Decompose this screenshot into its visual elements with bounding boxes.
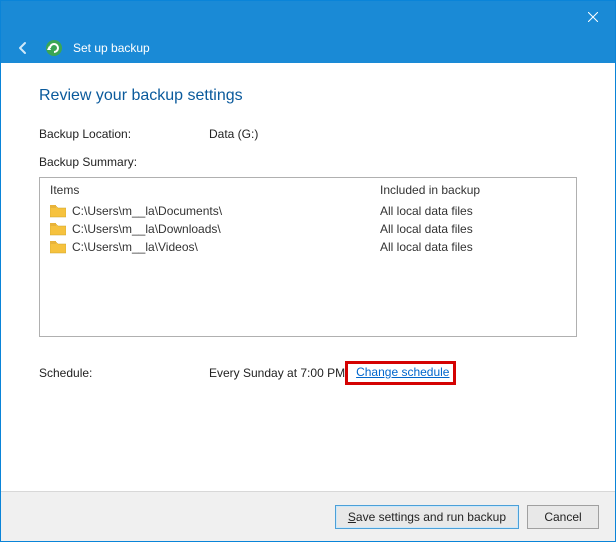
cancel-button[interactable]: Cancel <box>527 505 599 529</box>
summary-header-row: Items Included in backup <box>40 178 576 202</box>
mnemonic-letter: S <box>348 510 356 524</box>
folder-icon <box>50 240 66 254</box>
highlight-annotation: Change schedule <box>345 361 456 385</box>
dialog-footer: Save settings and run backup Cancel <box>1 491 615 541</box>
backup-app-icon <box>45 39 63 57</box>
back-button[interactable] <box>15 40 31 56</box>
arrow-left-icon <box>15 40 31 56</box>
item-included: All local data files <box>380 222 473 236</box>
window-close-button[interactable] <box>570 1 615 33</box>
close-icon <box>588 9 598 25</box>
backup-summary-list[interactable]: Items Included in backup C:\Users\m__la\… <box>39 177 577 337</box>
item-path: C:\Users\m__la\Documents\ <box>72 204 222 218</box>
header-row: Set up backup <box>1 33 615 63</box>
item-path: C:\Users\m__la\Videos\ <box>72 240 198 254</box>
backup-location-row: Backup Location: Data (G:) <box>39 127 577 141</box>
backup-location-value: Data (G:) <box>209 127 258 141</box>
change-schedule-link[interactable]: Change schedule <box>356 365 449 379</box>
folder-icon <box>50 204 66 218</box>
save-and-run-button[interactable]: Save settings and run backup <box>335 505 519 529</box>
save-button-rest: ave settings and run backup <box>356 510 506 524</box>
schedule-row: Schedule: Every Sunday at 7:00 PM Change… <box>39 361 577 385</box>
item-included: All local data files <box>380 204 473 218</box>
list-item[interactable]: C:\Users\m__la\Downloads\ All local data… <box>40 220 576 238</box>
backup-wizard-window: Set up backup Review your backup setting… <box>0 0 616 542</box>
item-path: C:\Users\m__la\Downloads\ <box>72 222 221 236</box>
folder-icon <box>50 222 66 236</box>
titlebar <box>1 1 615 33</box>
backup-summary-label: Backup Summary: <box>39 155 577 169</box>
column-header-included: Included in backup <box>380 183 480 197</box>
page-heading: Review your backup settings <box>39 87 577 105</box>
list-item[interactable]: C:\Users\m__la\Videos\ All local data fi… <box>40 238 576 256</box>
item-included: All local data files <box>380 240 473 254</box>
window-title: Set up backup <box>73 41 150 55</box>
content-area: Review your backup settings Backup Locat… <box>1 63 615 491</box>
backup-location-label: Backup Location: <box>39 127 209 141</box>
schedule-label: Schedule: <box>39 366 209 380</box>
column-header-items: Items <box>50 183 380 197</box>
schedule-value: Every Sunday at 7:00 PM <box>209 366 345 380</box>
list-item[interactable]: C:\Users\m__la\Documents\ All local data… <box>40 202 576 220</box>
